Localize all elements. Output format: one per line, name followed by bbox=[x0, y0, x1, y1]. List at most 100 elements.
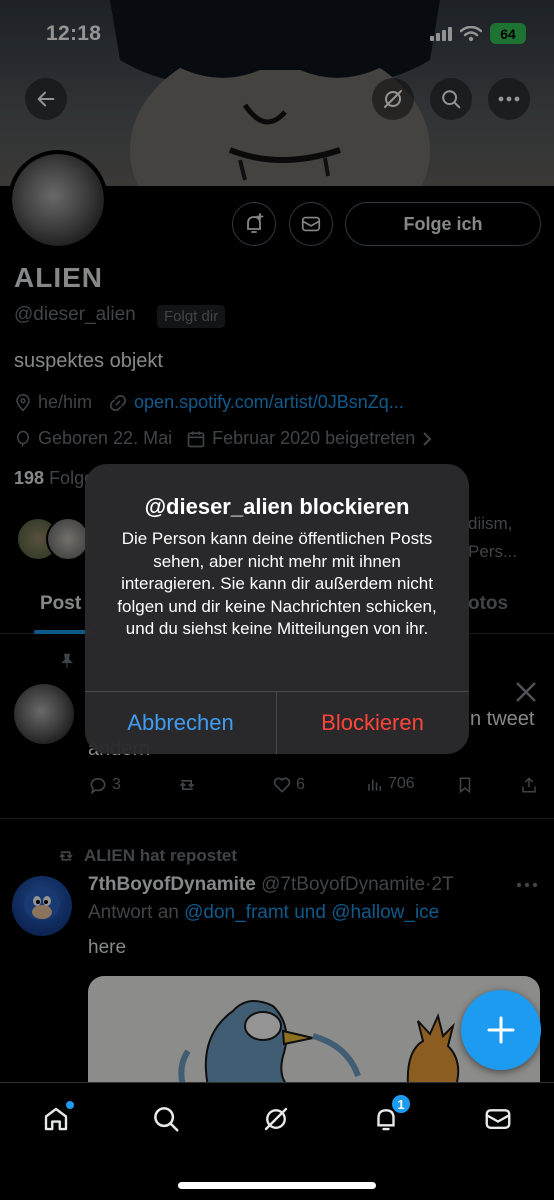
arrow-left-icon bbox=[37, 91, 55, 107]
link-icon bbox=[108, 393, 128, 413]
repost-action[interactable] bbox=[176, 775, 198, 795]
views-action[interactable]: 706 bbox=[366, 775, 415, 793]
envelope-icon bbox=[301, 216, 321, 232]
reply-prefix: Antwort an bbox=[88, 902, 179, 923]
post-author-avatar[interactable] bbox=[14, 684, 74, 744]
views-chart-icon bbox=[368, 779, 381, 791]
grok-icon bbox=[264, 1107, 288, 1131]
reply-user-link[interactable]: @don_framt bbox=[184, 902, 289, 923]
followers-count[interactable]: 198 Folge bbox=[14, 468, 94, 489]
repost-indicator[interactable]: ALIEN hat repostet bbox=[56, 846, 237, 866]
repost-author-line: 7thBoyofDynamite @7tBoyofDynamite·2T bbox=[88, 874, 454, 895]
location-pin-icon bbox=[14, 393, 32, 413]
search-icon bbox=[442, 90, 461, 109]
profile-bio: suspektes objekt bbox=[14, 350, 163, 372]
status-time: 12:18 bbox=[46, 22, 102, 45]
home-indicator bbox=[178, 1182, 376, 1189]
profile-website-link[interactable]: open.spotify.com/artist/0JBsnZq... bbox=[134, 392, 404, 413]
post-more-icon[interactable] bbox=[516, 882, 538, 888]
bell-plus-icon bbox=[247, 213, 264, 233]
share-action[interactable] bbox=[520, 775, 538, 795]
follows-you-badge: Folgt dir bbox=[157, 305, 226, 328]
nav-messages[interactable] bbox=[468, 1099, 528, 1139]
block-confirmation-dialog: @dieser_alien blockieren Die Person kann… bbox=[85, 464, 469, 754]
profile-avatar[interactable] bbox=[8, 150, 108, 250]
home-unread-dot bbox=[66, 1101, 74, 1109]
nav-grok[interactable] bbox=[246, 1099, 306, 1139]
profile-meta-row-1: he/him open.spotify.com/artist/0JBsnZq..… bbox=[14, 392, 404, 413]
sonic-avatar-image bbox=[24, 888, 60, 920]
message-button[interactable] bbox=[289, 202, 333, 246]
reply-and: und bbox=[294, 902, 326, 923]
post-divider bbox=[0, 818, 554, 819]
active-tab-indicator bbox=[34, 630, 90, 634]
battery-indicator: 64 bbox=[490, 23, 526, 44]
pronouns: he/him bbox=[38, 392, 93, 412]
nav-notifications[interactable]: 1 bbox=[356, 1093, 416, 1139]
repost-author-name[interactable]: 7thBoyofDynamite bbox=[88, 874, 256, 895]
repost-time: 2T bbox=[431, 874, 454, 895]
post-text-fragment: n tweet bbox=[470, 708, 535, 730]
reply-action[interactable]: 3 bbox=[88, 775, 121, 795]
birthday: Geboren 22. Mai bbox=[38, 428, 173, 448]
cancel-button[interactable]: Abbrechen bbox=[85, 691, 276, 754]
search-icon bbox=[154, 1107, 179, 1132]
repost-author-avatar[interactable] bbox=[12, 876, 72, 936]
grok-icon bbox=[384, 90, 402, 108]
pin-icon bbox=[61, 653, 73, 668]
nav-home[interactable] bbox=[26, 1099, 86, 1139]
share-icon bbox=[522, 777, 536, 793]
repost-author-handle: @7tBoyofDynamite bbox=[261, 874, 426, 895]
follower-avatar bbox=[46, 517, 90, 561]
home-icon bbox=[44, 1107, 68, 1131]
battery-level: 64 bbox=[500, 25, 516, 42]
notify-button[interactable] bbox=[232, 202, 276, 246]
plus-icon bbox=[487, 1016, 515, 1044]
status-icons: 64 bbox=[430, 23, 526, 44]
profile-handle: @dieser_alien bbox=[14, 304, 136, 325]
compose-post-button[interactable] bbox=[461, 990, 541, 1070]
tab-photos[interactable]: otos bbox=[468, 593, 508, 615]
dialog-title: @dieser_alien blockieren bbox=[144, 494, 410, 519]
followers-number: 198 bbox=[14, 468, 45, 488]
envelope-icon bbox=[485, 1109, 511, 1129]
repost-icon bbox=[59, 851, 73, 861]
wifi-icon bbox=[460, 25, 482, 41]
balloon-icon bbox=[14, 429, 32, 449]
calendar-icon bbox=[186, 429, 206, 449]
dialog-message: Die Person kann deine öffentlichen Posts… bbox=[117, 529, 437, 638]
display-name: ALIEN bbox=[14, 262, 103, 293]
more-options-button[interactable] bbox=[488, 78, 530, 120]
repost-icon bbox=[179, 780, 195, 790]
reply-count: 3 bbox=[112, 776, 121, 793]
followed-by-text: Pers... bbox=[468, 542, 518, 561]
block-button[interactable]: Blockieren bbox=[277, 691, 468, 754]
profile-meta-row-2: Geboren 22. Mai Februar 2020 beigetreten bbox=[14, 428, 439, 449]
grok-button[interactable] bbox=[372, 78, 414, 120]
chevron-right-icon[interactable] bbox=[421, 431, 433, 447]
repost-label: ALIEN hat repostet bbox=[84, 846, 238, 865]
back-button[interactable] bbox=[25, 78, 67, 120]
bookmark-action[interactable] bbox=[456, 775, 474, 795]
skull-xray-image bbox=[12, 154, 104, 246]
status-bar: 12:18 64 bbox=[0, 0, 554, 60]
repost-body: here bbox=[88, 937, 127, 958]
tab-posts[interactable]: Post bbox=[40, 593, 81, 615]
notification-badge: 1 bbox=[390, 1093, 412, 1115]
like-count: 6 bbox=[296, 776, 305, 793]
search-button[interactable] bbox=[430, 78, 472, 120]
views-count: 706 bbox=[388, 775, 415, 792]
x-logo-icon bbox=[516, 682, 536, 702]
nav-search[interactable] bbox=[136, 1099, 196, 1139]
reply-to-line: Antwort an @don_framt und @hallow_ice bbox=[88, 902, 439, 924]
bookmark-icon bbox=[459, 777, 471, 794]
following-button[interactable]: Folge ich bbox=[345, 202, 541, 246]
cellular-signal-icon bbox=[430, 26, 452, 41]
reply-icon bbox=[90, 777, 106, 795]
like-action[interactable]: 6 bbox=[272, 775, 305, 795]
reply-user-link[interactable]: @hallow_ice bbox=[331, 902, 439, 923]
heart-icon bbox=[273, 777, 291, 793]
joined-date: Februar 2020 beigetreten bbox=[212, 428, 416, 448]
followed-by-text: diism, bbox=[468, 514, 513, 533]
ellipsis-icon bbox=[498, 96, 520, 102]
